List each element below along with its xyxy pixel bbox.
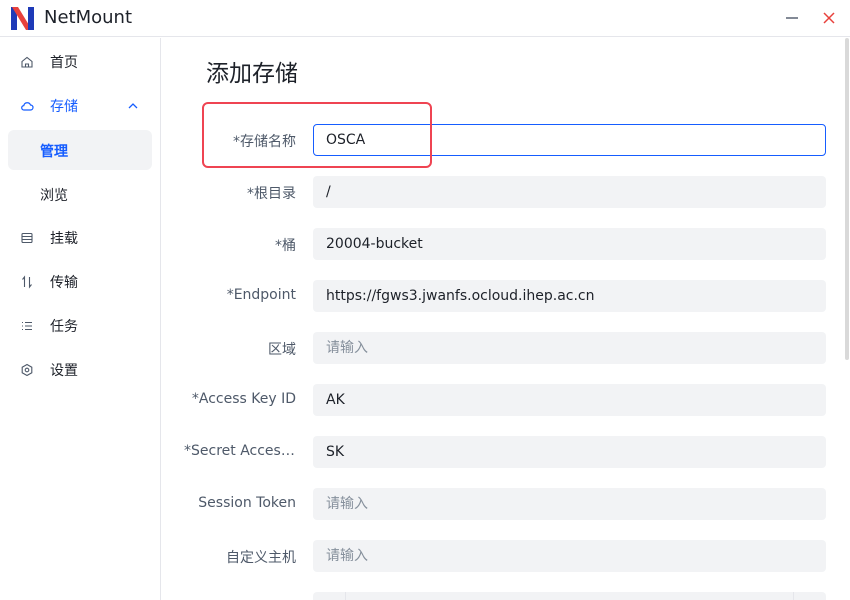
cloud-icon <box>21 102 34 111</box>
netmount-logo <box>11 7 34 30</box>
drive-icon <box>21 232 33 244</box>
chevron-up-icon <box>128 103 138 109</box>
sidebar-subitem-label: 管理 <box>40 144 68 160</box>
root-dir-input[interactable] <box>313 176 826 208</box>
field-label-storage-name: *存储名称 <box>233 134 296 150</box>
sidebar-item-label: 设置 <box>50 363 78 379</box>
endpoint-input[interactable] <box>313 280 826 312</box>
page-title: 添加存储 <box>206 61 298 87</box>
sidebar-item-label: 挂载 <box>50 231 78 247</box>
scrollbar-thumb[interactable] <box>845 38 849 360</box>
field-label-access-key-id: *Access Key ID <box>191 391 296 407</box>
field-label-region: 区域 <box>268 342 296 358</box>
access-key-id-input[interactable] <box>313 384 826 416</box>
sidebar-item-settings[interactable]: 设置 <box>8 350 152 390</box>
sidebar: 首页 存储 管理 浏览 挂载 传输 任务 设置 <box>0 38 161 600</box>
title-bar: NetMount <box>0 0 850 37</box>
sidebar-item-storage[interactable]: 存储 <box>8 86 152 126</box>
divider <box>345 592 346 600</box>
bucket-input[interactable] <box>313 228 826 260</box>
sidebar-item-tasks[interactable]: 任务 <box>8 306 152 346</box>
sidebar-item-label: 存储 <box>50 99 78 115</box>
sidebar-item-transfer[interactable]: 传输 <box>8 262 152 302</box>
partial-number-input[interactable] <box>313 592 826 600</box>
app-title: NetMount <box>44 7 133 28</box>
sidebar-item-home[interactable]: 首页 <box>8 42 152 82</box>
sidebar-subitem-browse[interactable]: 浏览 <box>8 174 152 214</box>
divider <box>793 592 794 600</box>
minimize-icon <box>786 17 798 19</box>
field-label-bucket: *桶 <box>275 238 296 254</box>
session-token-input[interactable] <box>313 488 826 520</box>
sidebar-item-label: 传输 <box>50 275 78 291</box>
secret-access-key-input[interactable] <box>313 436 826 468</box>
region-input[interactable] <box>313 332 826 364</box>
sidebar-item-mount[interactable]: 挂载 <box>8 218 152 258</box>
sidebar-subitem-manage[interactable]: 管理 <box>8 130 152 170</box>
field-label-root-dir: *根目录 <box>247 186 296 202</box>
list-icon <box>22 321 32 331</box>
home-icon <box>21 56 33 68</box>
custom-host-input[interactable] <box>313 540 826 572</box>
field-label-session-token: Session Token <box>198 495 296 511</box>
storage-name-input[interactable] <box>313 124 826 156</box>
transfer-icon <box>22 275 32 289</box>
sidebar-subitem-label: 浏览 <box>40 188 68 204</box>
sidebar-item-label: 任务 <box>50 319 78 335</box>
close-icon <box>823 12 835 24</box>
sidebar-item-label: 首页 <box>50 55 78 71</box>
field-label-secret-access-key: *Secret Access Key <box>184 443 296 459</box>
field-label-endpoint: *Endpoint <box>226 287 296 303</box>
minimize-button[interactable] <box>781 8 803 28</box>
close-button[interactable] <box>818 8 840 28</box>
field-label-custom-host: 自定义主机 <box>226 550 296 566</box>
gear-icon <box>21 363 33 377</box>
